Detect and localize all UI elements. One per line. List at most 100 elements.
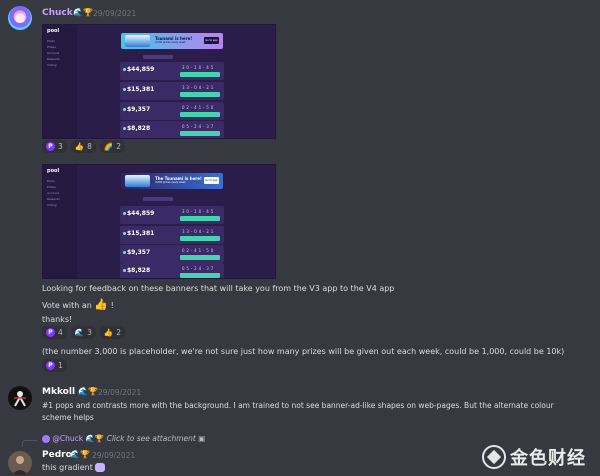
avatar[interactable] bbox=[8, 451, 32, 475]
reaction-count: 1 bbox=[58, 361, 63, 370]
deposit-button bbox=[180, 131, 220, 136]
banner-subtitle: 3,000 prizes every week bbox=[155, 41, 186, 44]
nav-item: Prizes bbox=[47, 185, 56, 189]
pool-digits: 0 2 - 4 1 - 5 0 bbox=[182, 248, 214, 253]
reaction-wave[interactable]: 🌊 3 bbox=[70, 326, 96, 339]
nav-item: Pools bbox=[47, 39, 55, 43]
deposit-button bbox=[180, 112, 220, 117]
thumbs-up-icon: 👍 bbox=[103, 328, 114, 337]
reply-avatar bbox=[42, 435, 50, 443]
reaction-count: 2 bbox=[116, 328, 122, 337]
unicorn-avatar-icon bbox=[15, 13, 25, 23]
filter-chip bbox=[143, 197, 173, 201]
message-line: this gradient bbox=[42, 462, 106, 473]
pool-amount: $8,828 bbox=[123, 267, 150, 274]
reaction-count: 4 bbox=[58, 328, 63, 337]
nav-item: Voting bbox=[47, 203, 57, 207]
banner-subtitle: 3,000 prizes every week bbox=[155, 181, 186, 184]
app-logo: pool bbox=[47, 28, 60, 34]
sticker-icon bbox=[95, 463, 106, 472]
message-line: Vote with an 👍 ! bbox=[42, 299, 114, 311]
username[interactable]: Mkkoll bbox=[42, 387, 75, 397]
nav-item: Voting bbox=[47, 63, 57, 67]
watermark-logo-icon bbox=[482, 445, 506, 469]
attachment-image-2[interactable]: pool Pools Prizes Account Rewards Voting… bbox=[42, 164, 276, 279]
reply-preview[interactable]: @Chuck 🌊🏆 Click to see attachment ▣ bbox=[42, 434, 205, 443]
pool-amount: $44,859 bbox=[123, 66, 154, 73]
reactions: P1 bbox=[42, 359, 67, 372]
pool-card: $8,828 0 5 - 2 4 - 3 7 bbox=[120, 263, 224, 278]
watermark-text: 金色财经 bbox=[510, 448, 586, 469]
wave-icon: 🌊 bbox=[74, 328, 85, 337]
reactions: P4 🌊 3 👍 2 bbox=[42, 326, 126, 339]
filter-chip bbox=[143, 55, 173, 59]
vote-suffix: ! bbox=[110, 301, 114, 310]
avatar[interactable] bbox=[8, 386, 32, 410]
timestamp: 29/09/2021 bbox=[93, 9, 137, 18]
avatar[interactable] bbox=[8, 6, 32, 30]
nav-item: Account bbox=[47, 191, 60, 195]
app-logo: pool bbox=[47, 168, 60, 174]
reaction-count: 2 bbox=[116, 142, 122, 151]
deposit-button bbox=[180, 72, 220, 77]
vote-text: Vote with an bbox=[42, 301, 92, 310]
thumbs-up-icon: 👍 bbox=[74, 142, 85, 151]
reaction-count: 3 bbox=[58, 142, 63, 151]
deposit-button bbox=[180, 273, 220, 278]
reaction-rainbow[interactable]: 🌈 2 bbox=[99, 140, 126, 153]
message-line: scheme helps bbox=[42, 413, 94, 422]
promo-banner: Tsunami is here! 3,000 prizes every week… bbox=[121, 33, 223, 49]
person-avatar-icon bbox=[12, 456, 28, 475]
reply-connector bbox=[22, 440, 37, 447]
wave-icon bbox=[125, 35, 150, 47]
reaction-pool[interactable]: P1 bbox=[42, 359, 67, 372]
pool-digits: 0 2 - 4 1 - 5 0 bbox=[182, 105, 214, 110]
reply-badges: 🌊🏆 bbox=[85, 434, 105, 443]
pool-card: $44,859 3 0 - 1 0 - 4 5 bbox=[120, 62, 224, 80]
image-icon: ▣ bbox=[198, 434, 206, 443]
pool-amount: $44,859 bbox=[123, 210, 154, 217]
app-sidebar: pool Pools Prizes Account Rewards Voting bbox=[43, 25, 77, 138]
pool-amount: $9,357 bbox=[123, 249, 150, 256]
wave-icon bbox=[125, 175, 150, 187]
deposit-button bbox=[180, 216, 220, 221]
pool-card: $8,828 0 5 - 2 4 - 3 7 bbox=[120, 121, 224, 138]
message-text: this gradient bbox=[42, 463, 93, 472]
message-line: thanks! bbox=[42, 315, 73, 324]
pool-digits: 3 0 - 1 0 - 4 5 bbox=[182, 209, 214, 214]
reaction-count: 3 bbox=[87, 328, 92, 337]
reaction-pool[interactable]: P3 bbox=[42, 140, 67, 153]
message-line: #1 pops and contrasts more with the back… bbox=[42, 401, 554, 410]
pool-digits: 0 5 - 2 4 - 3 7 bbox=[182, 266, 214, 271]
user-badges: 🌊🏆 bbox=[70, 450, 90, 459]
banner-button: Go to app bbox=[204, 37, 219, 44]
message-line: Looking for feedback on these banners th… bbox=[42, 284, 395, 293]
app-sidebar: pool Pools Prizes Account Rewards Voting bbox=[43, 165, 77, 278]
pool-digits: 3 3 - 0 4 - 2 1 bbox=[182, 85, 214, 90]
reaction-thumbs-up[interactable]: 👍 2 bbox=[99, 326, 126, 339]
deposit-button bbox=[180, 255, 220, 260]
reply-username: @Chuck bbox=[52, 434, 84, 443]
pool-card: $9,357 0 2 - 4 1 - 5 0 bbox=[120, 245, 224, 263]
pool-digits: 0 5 - 2 4 - 3 7 bbox=[182, 124, 214, 129]
reply-text: Click to see attachment bbox=[106, 434, 196, 443]
pool-digits: 3 3 - 0 4 - 2 1 bbox=[182, 229, 214, 234]
attachment-image-1[interactable]: pool Pools Prizes Account Rewards Voting… bbox=[42, 24, 276, 139]
user-badges: 🌊🏆 bbox=[73, 8, 93, 17]
username[interactable]: Pedro bbox=[42, 450, 72, 460]
pool-amount: $9,357 bbox=[123, 106, 150, 113]
reaction-pool[interactable]: P4 bbox=[42, 326, 67, 339]
pool-reaction-icon: P bbox=[46, 361, 55, 370]
message-line: (the number 3,000 is placeholder, we're … bbox=[42, 347, 565, 356]
reaction-thumbs-up[interactable]: 👍 8 bbox=[70, 140, 96, 153]
pool-card: $44,859 3 0 - 1 0 - 4 5 bbox=[120, 206, 224, 224]
figure-avatar-icon bbox=[14, 391, 26, 407]
username[interactable]: Chuck bbox=[42, 8, 73, 18]
timestamp: 29/09/2021 bbox=[92, 451, 136, 460]
user-badges: 🌊🏆 bbox=[78, 387, 98, 396]
nav-item: Rewards bbox=[47, 197, 60, 201]
pool-amount: $15,381 bbox=[123, 230, 154, 237]
nav-item: Account bbox=[47, 51, 60, 55]
pool-amount: $15,381 bbox=[123, 86, 154, 93]
rainbow-icon: 🌈 bbox=[103, 142, 114, 151]
